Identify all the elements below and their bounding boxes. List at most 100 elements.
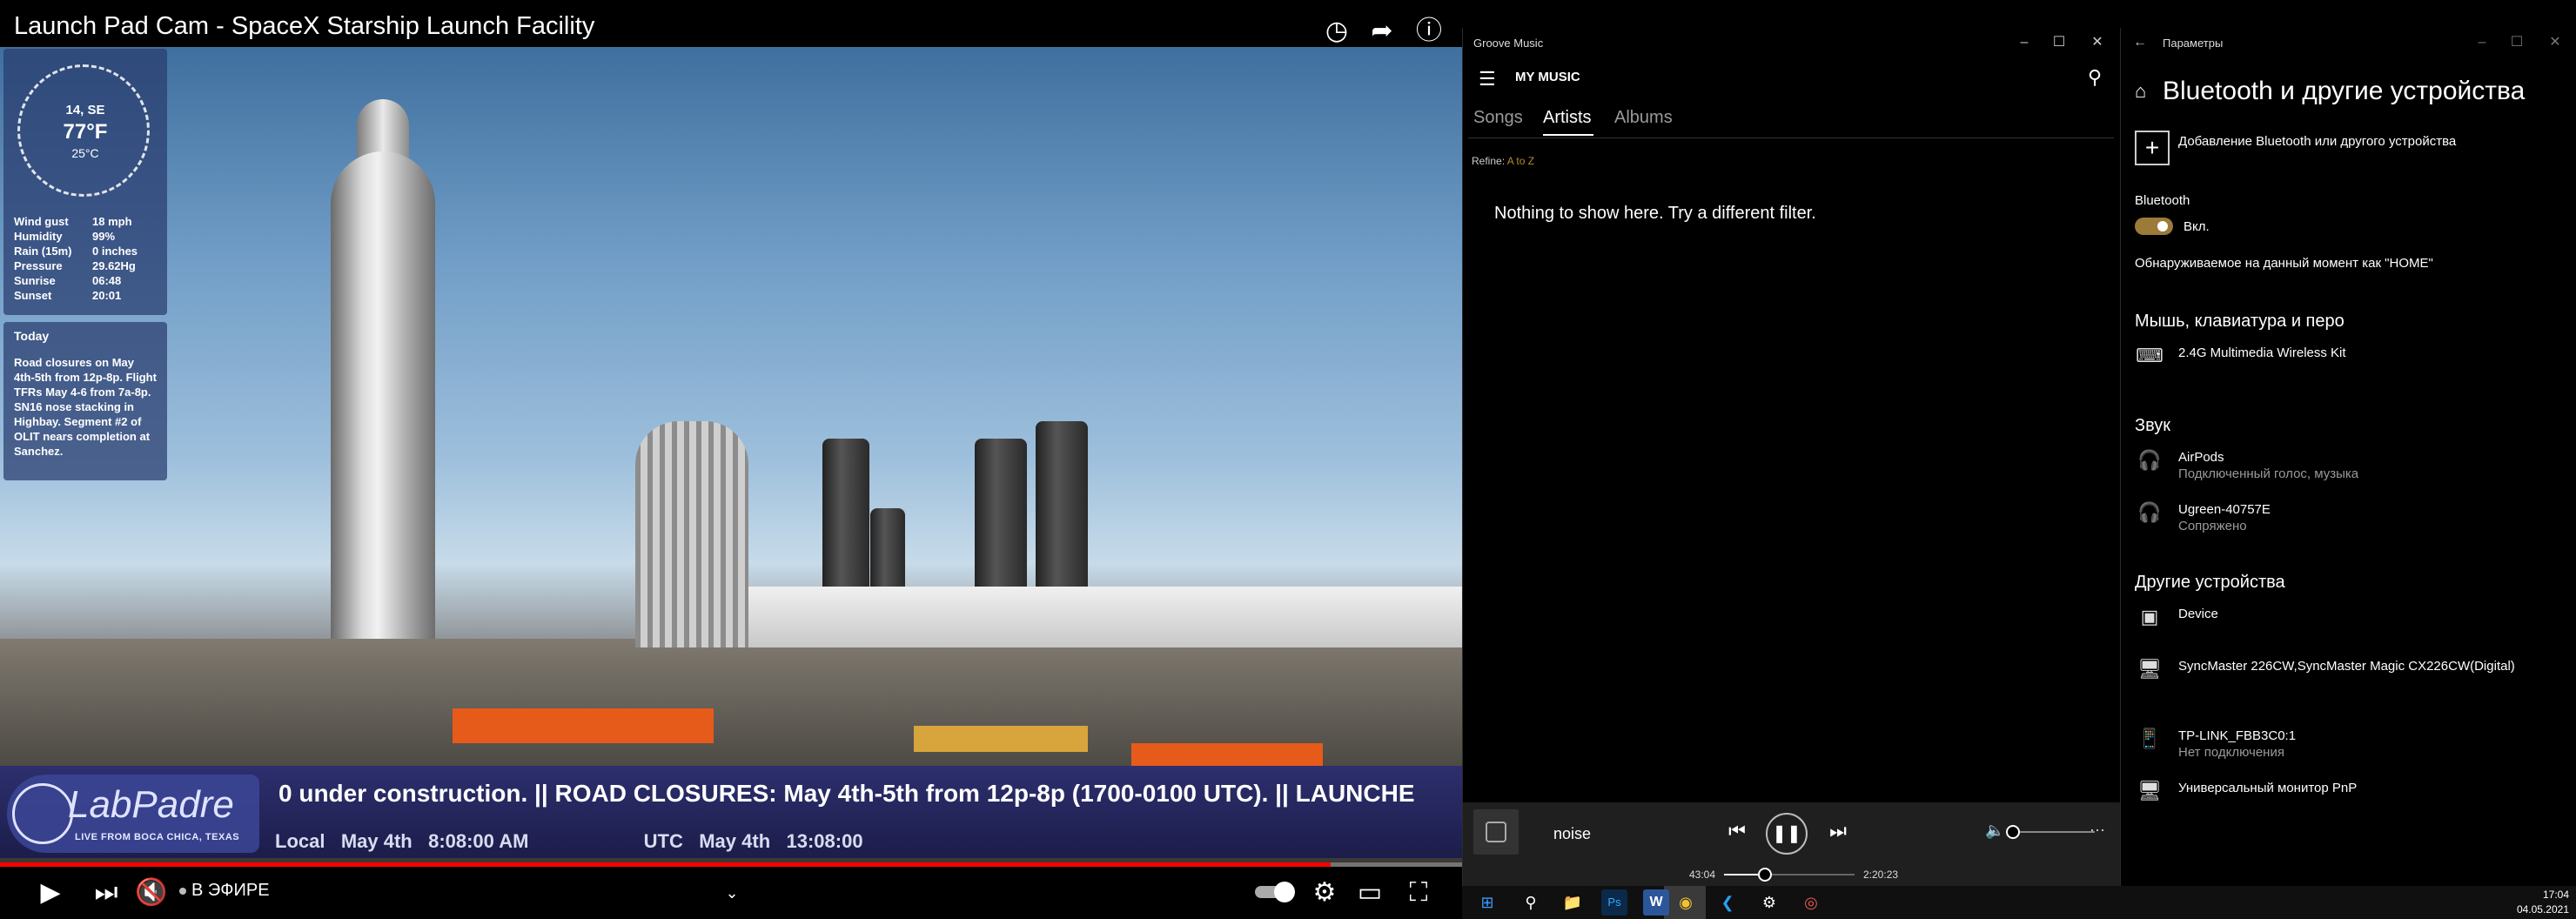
add-device-label[interactable]: Добавление Bluetooth или другого устройс… [2178,134,2456,149]
close-icon[interactable]: ✕ [2542,33,2568,52]
watch-later-icon[interactable]: ◷ [1321,16,1352,47]
monitor-icon: 🖥 [2137,780,2162,802]
silver-tank [635,421,748,647]
weather-key: Pressure [14,259,63,272]
system-clock[interactable]: 17:04 04.05.2021 [2506,888,2569,917]
chrome-icon[interactable]: ◉ [1673,889,1699,916]
tab-songs[interactable]: Songs [1473,108,1523,128]
section-other-devices: Другие устройства [2135,573,2285,592]
windows-start-icon[interactable]: ⊞ [1474,889,1500,916]
volume-icon[interactable]: 🔈 [1985,822,2004,840]
hamburger-menu-icon[interactable]: ☰ [1479,68,1496,91]
device-status: Нет подключения [2178,745,2284,760]
local-label: Local [275,830,325,852]
keyboard-icon: ⌨ [2136,345,2163,366]
album-art[interactable] [1473,809,1519,855]
now-playing-bar: noise ⏮ ❚❚ ⏭ 43:04 2:20:23 🔈 ⋯ [1463,802,2121,886]
today-notice: Today Road closures on May 4th-5th from … [3,322,167,480]
seek-slider[interactable] [1724,868,1855,882]
info-icon[interactable]: ⓘ [1413,16,1445,47]
volume-handle[interactable] [2006,825,2020,839]
title-bar[interactable]: Groove Music – ☐ ✕ [1463,28,2121,57]
bluetooth-label: Bluetooth [2135,193,2190,208]
home-icon[interactable]: ⌂ [2135,80,2146,103]
today-heading: Today [14,329,50,343]
weather-rows: Wind gust 18 mph Humidity 99% Rain (15m) 0 in… [14,214,138,303]
autoplay-toggle[interactable] [1255,881,1297,903]
minimize-icon[interactable]: – [2469,33,2495,52]
phone-icon: 📱 [2137,728,2162,749]
device-name: Универсальный монитор PnP [2178,781,2358,795]
tab-albums[interactable]: Albums [1614,108,1673,128]
close-icon[interactable]: ✕ [2084,33,2110,52]
search-icon[interactable]: ⚲ [1518,889,1544,916]
word-icon[interactable]: W [1643,889,1669,916]
photoshop-icon[interactable]: Ps [1601,889,1627,916]
page-title: Bluetooth и другие устройства [2163,77,2526,105]
settings-gear-icon[interactable]: ⚙ [1756,889,1782,916]
vscode-icon[interactable]: ❮ [1714,889,1741,916]
utc-label: UTC [643,830,683,852]
youtube-player[interactable]: Launch Pad Cam - SpaceX Starship Launch … [0,0,1462,919]
next-track-icon[interactable]: ⏭ [1825,820,1851,842]
tab-artists[interactable]: Artists [1543,108,1592,128]
add-device-button[interactable]: + [2135,131,2170,165]
groove-music-window[interactable]: Groove Music – ☐ ✕ ☰ MY MUSIC ⚲ Songs Ar… [1462,28,2121,886]
local-time: 8:08:00 AM [428,830,529,852]
more-icon[interactable]: ⋯ [2090,822,2105,840]
video-frame[interactable] [0,47,1462,867]
volume-slider[interactable] [2006,825,2095,839]
empty-message: Nothing to show here. Try a different fi… [1494,204,1816,223]
file-explorer-icon[interactable]: 📁 [1560,889,1586,916]
album-placeholder-icon [1486,822,1506,842]
section-input-devices: Мышь, клавиатура и перо [2135,312,2345,331]
today-body: Road closures on May 4th-5th from 12p-8p… [14,356,157,458]
headphones-icon: 🎧 [2137,501,2162,523]
local-date: May 4th [340,830,413,852]
gear-icon[interactable]: ⚙ [1307,875,1342,910]
discoverable-text: Обнаруживаемое на данный момент как "HOM… [2135,256,2433,271]
pause-button[interactable]: ❚❚ [1766,813,1808,855]
minimize-icon[interactable]: – [2011,33,2037,52]
maximize-icon[interactable]: ☐ [2046,33,2072,52]
temp-fahrenheit: 77°F [63,120,108,144]
cast-icon[interactable]: ▭ [1352,875,1387,910]
mute-icon[interactable]: 🔇 [134,875,169,910]
previous-icon[interactable]: ⏮ [1724,820,1750,842]
refine-filter[interactable]: Refine: A to Z [1472,155,1534,167]
weather-key: Humidity [14,230,63,243]
total-time: 2:20:23 [1863,869,1899,881]
weather-row: Pressure 29.62Hg [14,258,138,273]
refine-value[interactable]: A to Z [1507,155,1534,167]
back-arrow-icon[interactable]: ← [2133,35,2147,50]
maximize-icon[interactable]: ☐ [2504,33,2530,52]
search-icon[interactable]: ⚲ [2088,66,2102,89]
next-icon[interactable]: ⏭ [91,875,122,910]
section-audio: Звук [2135,416,2171,435]
refine-label: Refine: [1472,155,1506,167]
weather-value: 20:01 [92,289,122,302]
utc-time: 13:08:00 [786,830,863,852]
utc-date: May 4th [699,830,771,852]
song-title[interactable]: noise [1553,825,1591,843]
video-title[interactable]: Launch Pad Cam - SpaceX Starship Launch … [14,12,594,41]
play-icon[interactable]: ▶ [35,875,66,910]
device-icon: ▣ [2140,606,2159,627]
toggle-knob [1274,882,1295,902]
logo-text: LabPadre [68,783,234,826]
monitor-icon: 🖥 [2137,658,2162,680]
active-tab-indicator [1543,134,1593,136]
live-indicator[interactable]: В ЭФИРЕ [179,881,270,901]
section-header: MY MUSIC [1515,70,1580,84]
clock-date: 04.05.2021 [2516,903,2569,916]
groove-music-icon[interactable]: ◎ [1798,889,1824,916]
exit-fullscreen-icon[interactable]: ⛶ [1401,875,1436,910]
share-icon[interactable]: ➦ [1366,16,1398,47]
app-title: Groove Music [1473,37,1544,50]
device-status: Сопряжено [2178,519,2247,533]
bluetooth-toggle[interactable] [2135,218,2173,235]
weather-widget: 14, SE 77°F 25°C Wind gust 18 mph Humidity… [3,49,167,315]
seek-handle[interactable] [1757,868,1772,882]
settings-window[interactable]: ← Параметры – ☐ ✕ ⌂ Bluetooth и другие у… [2120,28,2576,886]
chevron-down-icon[interactable]: ⌄ [719,875,745,910]
